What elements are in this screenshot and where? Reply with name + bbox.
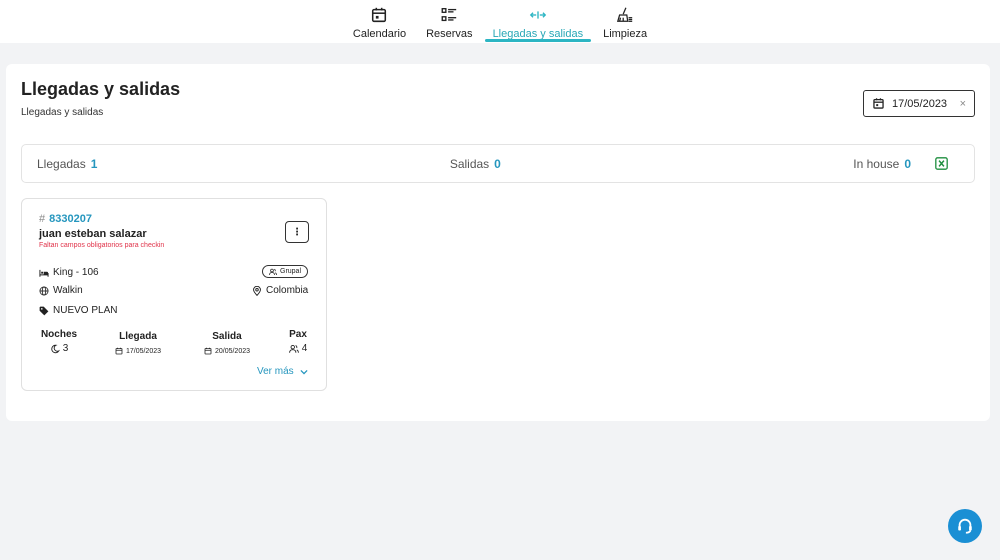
main-panel: Llegadas y salidas Llegadas y salidas 17… [6, 64, 990, 421]
calendar-icon [873, 98, 884, 109]
nav-tab-reservas[interactable]: Reservas [416, 0, 482, 43]
nights-value: 3 [62, 343, 69, 354]
location-pin-icon [253, 285, 261, 296]
arrival-date: 17/05/2023 [125, 347, 162, 355]
departure-value-row: 20/05/2023 [194, 347, 260, 355]
nav-tab-llegadas-y-salidas[interactable]: Llegadas y salidas [483, 0, 594, 43]
pax-label: Pax [289, 329, 307, 340]
departures-summary[interactable]: Salidas 0 [450, 157, 501, 171]
nav-label: Calendario [352, 28, 407, 40]
summary-bar: Llegadas 1 Salidas 0 In house 0 [21, 144, 975, 183]
room-label: King - 106 [53, 267, 99, 278]
arrival-value-row: 17/05/2023 [105, 347, 171, 355]
inhouse-summary: In house 0 [853, 157, 948, 171]
inhouse-count: 0 [904, 156, 911, 171]
checkin-warning: Faltan campos obligatorios para checkin [39, 242, 165, 249]
top-navigation: Calendario Reservas Llegadas y salidas L… [0, 0, 1000, 43]
calendar-icon [204, 347, 212, 355]
country-info: Colombia [252, 285, 308, 296]
chevron-down-icon [300, 369, 308, 374]
nav-label: Llegadas y salidas [492, 28, 584, 40]
pax-stat: Pax 4 [280, 329, 316, 354]
departures-label: Salidas [449, 156, 490, 171]
clear-date-button[interactable]: × [960, 98, 966, 110]
broom-icon [617, 7, 633, 22]
page-subtitle: Llegadas y salidas [21, 107, 104, 118]
calendar-icon [115, 347, 123, 355]
reservation-number: 8330207 [49, 213, 92, 225]
support-chat-button[interactable] [948, 509, 982, 543]
country-label: Colombia [266, 285, 309, 296]
pax-value: 4 [301, 343, 308, 354]
users-icon [288, 344, 299, 353]
date-filter-input[interactable]: 17/05/2023 × [863, 90, 975, 117]
tag-icon [39, 306, 49, 315]
arrival-label: Llegada [119, 331, 157, 342]
guest-name: juan esteban salazar [39, 228, 147, 240]
nights-value-row: 3 [34, 343, 84, 354]
headset-icon [958, 518, 972, 534]
departure-date: 20/05/2023 [214, 347, 251, 355]
arrivals-count: 1 [90, 156, 98, 171]
inhouse-label[interactable]: In house [853, 157, 899, 171]
users-icon [269, 268, 277, 275]
pax-value-row: 4 [280, 343, 316, 354]
arrival-stat: Llegada 17/05/2023 [105, 331, 171, 355]
departure-label: Salida [212, 331, 242, 342]
channel-info: Walkin [39, 285, 83, 296]
date-filter-value: 17/05/2023 [892, 97, 948, 110]
plan-info: NUEVO PLAN [39, 305, 117, 316]
room-info: King - 106 [39, 267, 99, 278]
nights-label: Noches [40, 329, 78, 340]
globe-icon [39, 286, 49, 295]
arrivals-summary[interactable]: Llegadas 1 [37, 157, 97, 171]
more-options-button[interactable]: ⋮ [285, 221, 309, 243]
excel-export-icon[interactable] [935, 157, 948, 170]
calendar-icon [372, 7, 387, 23]
badge-label: Grupal [280, 268, 302, 275]
bed-icon [39, 269, 49, 277]
group-badge: Grupal [262, 265, 309, 278]
page-title: Llegadas y salidas [21, 79, 181, 99]
reservation-id[interactable]: #8330207 [39, 213, 92, 225]
nav-tab-limpieza[interactable]: Limpieza [593, 0, 657, 43]
list-icon [441, 8, 457, 22]
nav-label: Limpieza [603, 28, 648, 40]
nav-tab-calendario[interactable]: Calendario [343, 0, 416, 43]
see-more-link[interactable]: Ver más [257, 366, 309, 377]
arrivals-label: Llegadas [37, 156, 86, 171]
arrows-icon [529, 11, 546, 19]
hash-symbol: # [39, 213, 46, 225]
nights-stat: Noches 3 [34, 329, 84, 354]
departure-stat: Salida 20/05/2023 [194, 331, 260, 355]
plan-label: NUEVO PLAN [53, 305, 118, 316]
reservation-card[interactable]: #8330207 juan esteban salazar Faltan cam… [21, 198, 327, 391]
moon-icon [51, 344, 60, 353]
channel-label: Walkin [53, 285, 83, 296]
see-more-label: Ver más [257, 366, 294, 377]
nav-label: Reservas [426, 28, 473, 40]
departures-count: 0 [494, 156, 501, 171]
